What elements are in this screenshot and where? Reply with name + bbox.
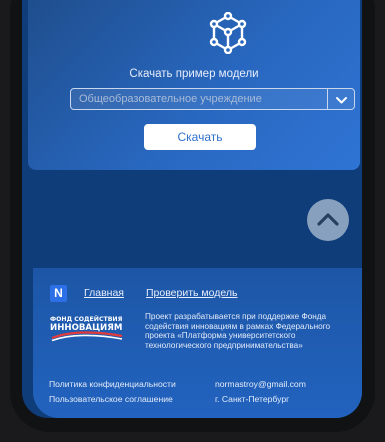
user-agreement-link[interactable]: Пользовательское соглашение [49,394,173,404]
fund-logo-line-1: ФОНД СОДЕЙСТВИЯ [50,314,123,323]
scroll-to-top-button[interactable] [307,199,349,241]
footer: N Главная Проверить модель ФОНД СОДЕЙСТВ… [33,268,362,418]
nav-link-check-model[interactable]: Проверить модель [146,287,237,299]
card-title: Скачать пример модели [129,68,259,80]
contact-email[interactable]: normastroy@gmail.com [215,379,306,389]
site-logo[interactable]: N [50,285,67,302]
download-button[interactable]: Скачать [144,124,256,150]
institution-select[interactable]: Общеобразовательное учреждение [70,88,328,110]
chevron-up-icon [317,213,339,226]
nav-link-home[interactable]: Главная [84,287,124,299]
fund-logo: ФОНД СОДЕЙСТВИЯ ИННОВАЦИЯМ [50,314,123,342]
privacy-policy-link[interactable]: Политика конфиденциальности [49,379,176,389]
support-text: Проект разрабатывается при поддержке Фон… [145,312,331,351]
city-label: г. Санкт-Петербург [215,394,290,404]
download-model-card: Скачать пример модели Общеобразовательно… [28,0,360,170]
chevron-down-icon [336,97,347,104]
cube-network-icon [209,12,247,54]
select-dropdown-button[interactable] [328,88,355,110]
